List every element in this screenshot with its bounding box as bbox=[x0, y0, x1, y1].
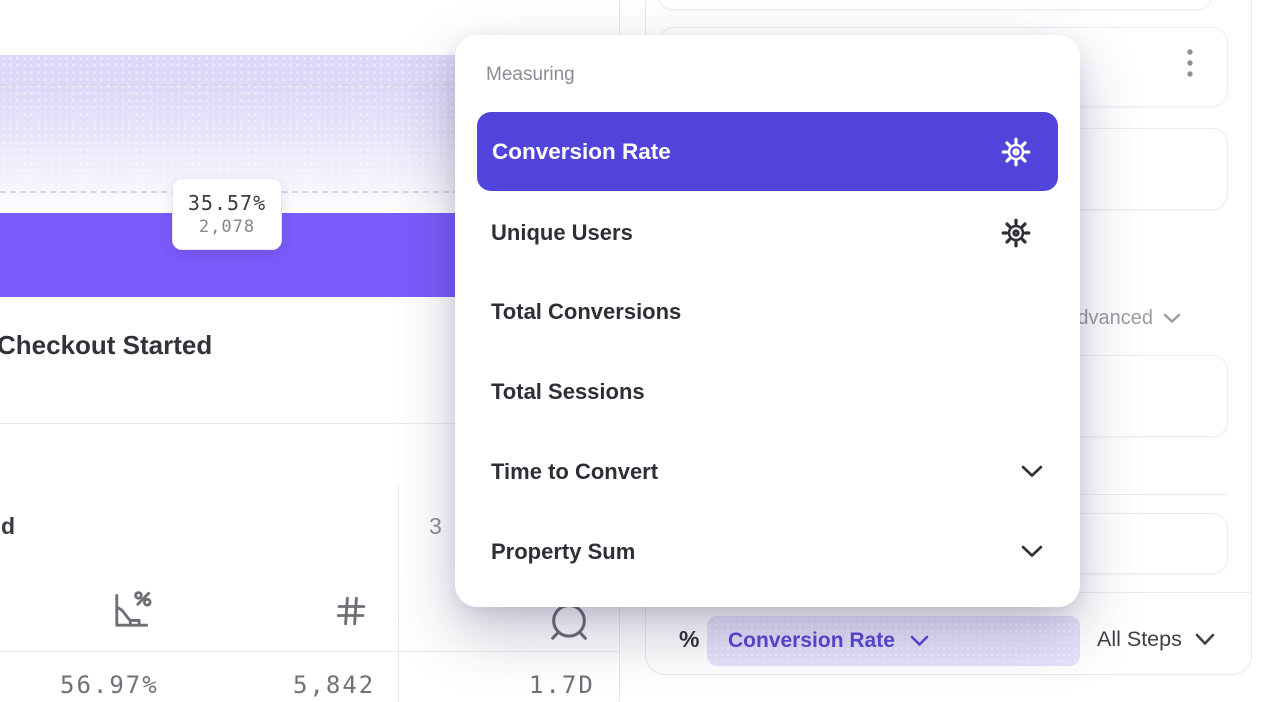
measuring-dropdown: Measuring Conversion Rate Unique Users bbox=[455, 35, 1080, 607]
table-step-number: 3 bbox=[429, 513, 442, 540]
kebab-menu-icon[interactable] bbox=[1183, 47, 1197, 81]
count-icon[interactable] bbox=[333, 593, 369, 634]
tooltip-conversion-rate: 35.57% bbox=[188, 191, 266, 215]
chevron-down-icon bbox=[1195, 633, 1215, 646]
gear-icon[interactable] bbox=[1001, 218, 1031, 248]
menu-item-label: Unique Users bbox=[491, 220, 633, 246]
step-title: Checkout Started bbox=[0, 330, 212, 361]
menu-item-unique-users[interactable]: Unique Users bbox=[491, 218, 633, 248]
advanced-toggle[interactable]: Advanced bbox=[1064, 307, 1181, 330]
gear-icon[interactable] bbox=[1001, 137, 1031, 167]
steps-selector[interactable]: All Steps bbox=[1097, 627, 1215, 652]
chevron-down-icon bbox=[1021, 545, 1043, 558]
menu-item-label: Total Sessions bbox=[491, 379, 645, 405]
menu-item-label: Total Conversions bbox=[491, 299, 681, 325]
cell-conversion-rate: 56.97% bbox=[60, 671, 159, 699]
menu-item-total-conversions[interactable]: Total Conversions bbox=[491, 297, 681, 327]
menu-item-label: Conversion Rate bbox=[492, 139, 671, 165]
measurement-selector-label: Conversion Rate bbox=[728, 629, 895, 653]
steps-selector-label: All Steps bbox=[1097, 627, 1182, 652]
menu-item-label: Property Sum bbox=[491, 539, 635, 565]
table-row-divider bbox=[0, 651, 620, 652]
measurement-selector[interactable]: Conversion Rate bbox=[707, 616, 1080, 666]
menu-item-total-sessions[interactable]: Total Sessions bbox=[491, 377, 645, 407]
table-column-divider bbox=[398, 485, 399, 702]
funnel-builder-screen: 35.57% 2,078 Checkout Started d 3 bbox=[0, 0, 1270, 702]
menu-item-label: Time to Convert bbox=[491, 459, 658, 485]
conversion-rate-icon[interactable] bbox=[110, 591, 152, 636]
menu-item-conversion-rate[interactable]: Conversion Rate bbox=[477, 112, 1058, 191]
menu-item-property-sum[interactable]: Property Sum bbox=[491, 537, 635, 567]
chevron-down-icon bbox=[1163, 313, 1181, 324]
table-step-header-fragment: d bbox=[1, 513, 15, 540]
dropdown-title: Measuring bbox=[486, 64, 575, 86]
builder-row-top[interactable] bbox=[658, 0, 1212, 10]
chevron-down-icon bbox=[1021, 465, 1043, 478]
menu-item-time-to-convert[interactable]: Time to Convert bbox=[491, 457, 658, 487]
percent-symbol: % bbox=[679, 626, 699, 653]
tooltip-count: 2,078 bbox=[199, 217, 255, 237]
chart-tooltip: 35.57% 2,078 bbox=[172, 178, 282, 250]
chevron-down-icon bbox=[910, 635, 929, 647]
cell-count: 5,842 bbox=[293, 671, 375, 699]
cell-avg-time: 1.7D bbox=[529, 671, 595, 699]
